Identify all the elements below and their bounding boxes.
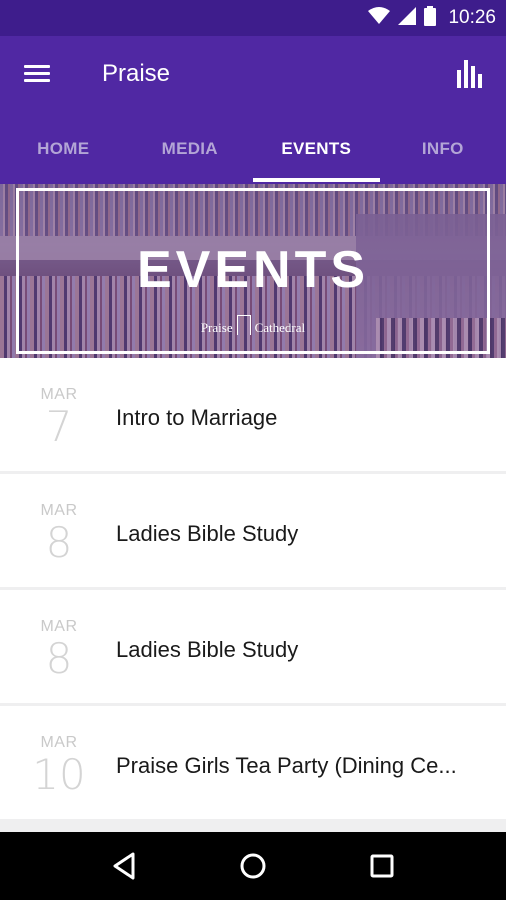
wifi-icon [368, 6, 391, 30]
tab-events[interactable]: EVENTS [253, 128, 380, 184]
event-item[interactable]: MAR 8 Ladies Bible Study [0, 474, 506, 587]
logo-text-right: Cathedral [254, 320, 306, 335]
back-icon[interactable] [94, 836, 154, 896]
event-item[interactable]: MAR 10 Praise Girls Tea Party (Dining Ce… [0, 706, 506, 819]
tab-home[interactable]: HOME [0, 128, 127, 184]
signal-icon [398, 6, 417, 30]
menu-icon[interactable] [24, 62, 56, 90]
system-nav-bar [0, 832, 506, 900]
event-day: 10 [32, 750, 86, 799]
status-bar: 10:26 [0, 0, 506, 36]
event-item[interactable]: MAR 7 Intro to Marriage [0, 358, 506, 471]
bar-chart-icon[interactable] [456, 58, 486, 90]
tab-info[interactable]: INFO [380, 128, 506, 184]
logo-text-left: Praise [200, 320, 233, 335]
recents-icon[interactable] [352, 836, 412, 896]
status-icons: 10:26 [368, 5, 496, 31]
event-day: 8 [45, 634, 73, 683]
app-title: Praise [102, 60, 171, 87]
event-title: Intro to Marriage [116, 405, 278, 430]
status-time: 10:26 [448, 7, 496, 28]
event-title: Ladies Bible Study [116, 521, 299, 546]
event-list: MAR 7 Intro to Marriage MAR 8 Ladies Bib… [0, 358, 506, 822]
event-title: Ladies Bible Study [116, 637, 299, 662]
event-day: 8 [45, 518, 73, 567]
banner-title: EVENTS [136, 241, 370, 299]
event-day: 7 [45, 402, 73, 451]
tab-bar: HOME MEDIA EVENTS INFO [0, 128, 506, 184]
app-bar: Praise HOME MEDIA EVENTS INFO [0, 36, 506, 184]
events-banner: EVENTS Praise Cathedral [0, 184, 506, 358]
tower-icon [236, 315, 251, 335]
home-icon[interactable] [223, 836, 283, 896]
tab-media[interactable]: MEDIA [127, 128, 254, 184]
battery-icon [424, 5, 437, 31]
event-title: Praise Girls Tea Party (Dining Ce... [116, 753, 457, 778]
event-item[interactable]: MAR 8 Ladies Bible Study [0, 590, 506, 703]
church-logo: Praise Cathedral [0, 315, 506, 338]
